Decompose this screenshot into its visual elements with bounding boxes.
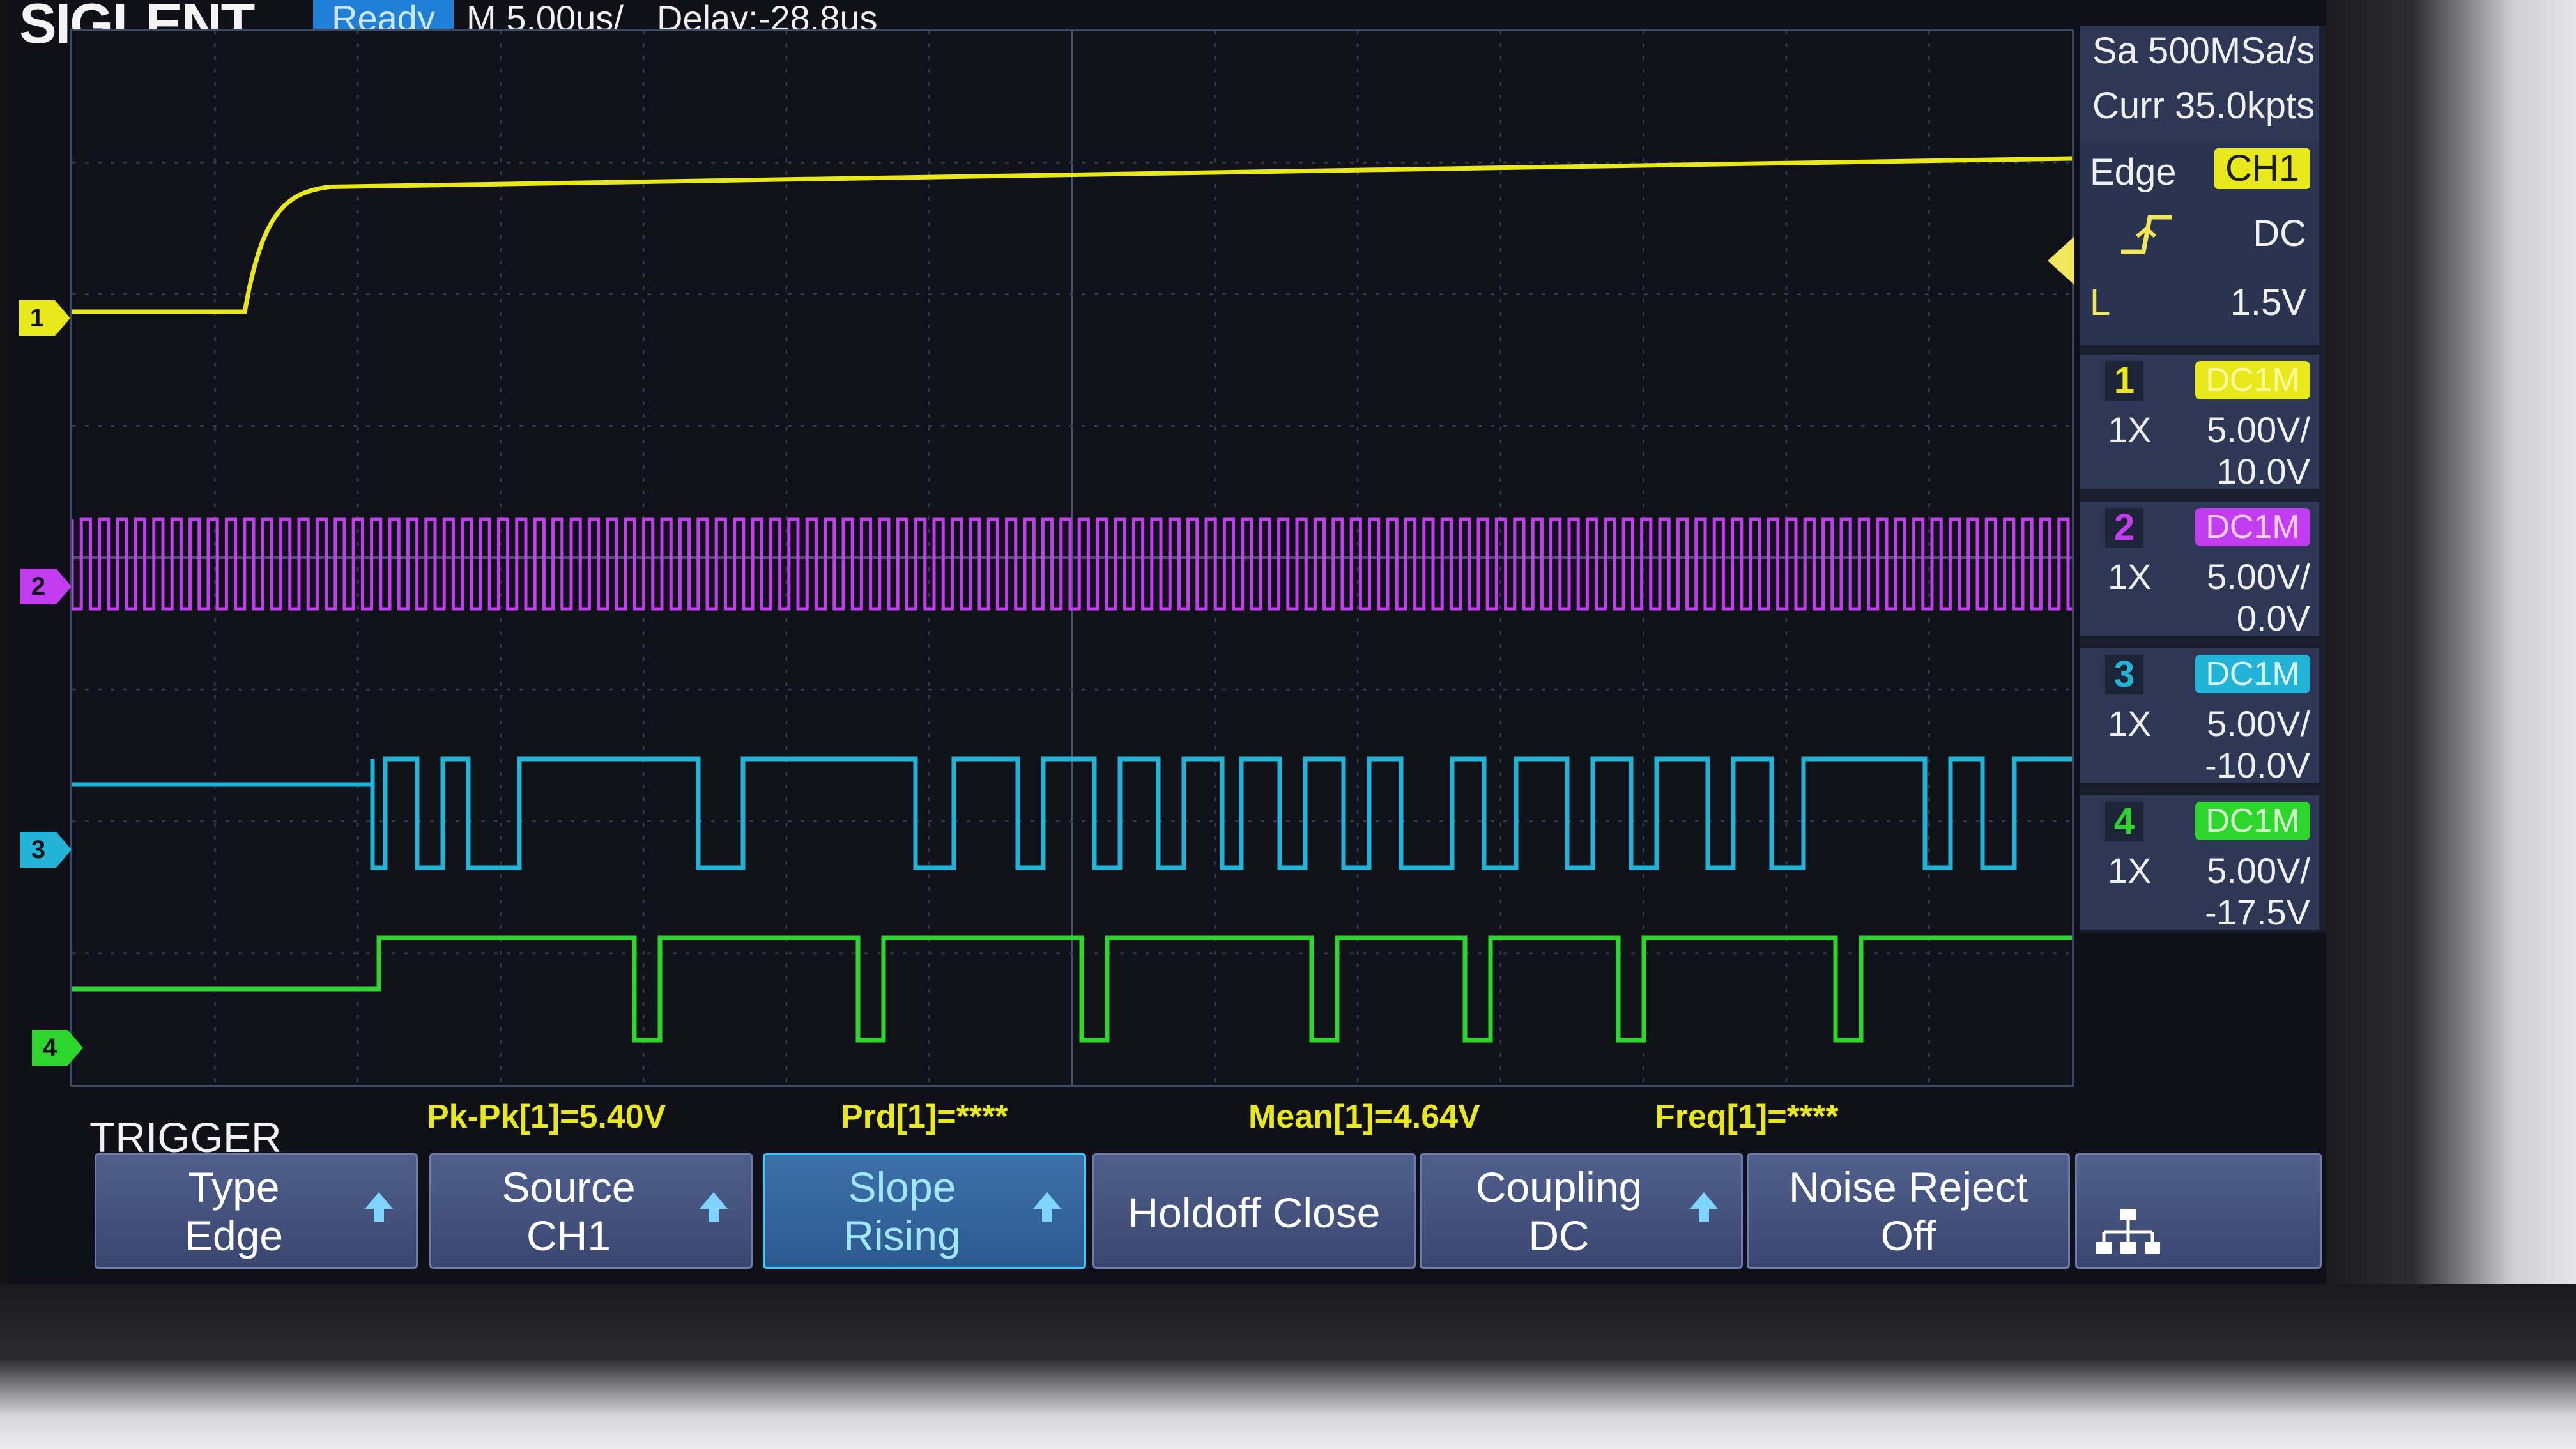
softkey-source[interactable]: Source CH1 [429, 1153, 753, 1269]
measurement-frequency: Freq[1]=**** [1655, 1098, 1839, 1135]
ch2-number: 2 [2105, 508, 2143, 548]
ch4-scale: 5.00V/ [2207, 850, 2310, 891]
ch4-offset: -17.5V [2205, 892, 2310, 932]
ch3-coupling: DC1M [2195, 655, 2310, 693]
trigger-level-label: L [2090, 282, 2111, 323]
softkey-coupling-value: DC [1528, 1212, 1590, 1259]
ch3-offset: -10.0V [2205, 745, 2310, 785]
ch3-offset-marker[interactable]: 3 [20, 832, 72, 868]
measurement-mean: Mean[1]=4.64V [1248, 1098, 1480, 1135]
ch4-info[interactable]: 4 DC1M 1X 5.00V/ -17.5V [2080, 795, 2319, 932]
ch2-coupling: DC1M [2195, 508, 2310, 546]
bezel-right [2326, 0, 2576, 1449]
ch1-probe: 1X [2108, 410, 2152, 450]
trigger-level: 1.5V [2230, 282, 2306, 323]
softkey-type-label: Type [188, 1163, 280, 1211]
ch3-number: 3 [2105, 655, 2143, 694]
ch2-probe: 1X [2108, 556, 2152, 597]
oscilloscope-screen: SIGLENT Ready M 5.00us/ Delay:-28.8us 1 … [6, 0, 2326, 1284]
softkey-holdoff[interactable]: Holdoff Close [1092, 1153, 1416, 1269]
ch3-info[interactable]: 3 DC1M 1X 5.00V/ -10.0V [2080, 648, 2319, 785]
ch4-coupling: DC1M [2195, 802, 2310, 840]
measurement-pkpk: Pk-Pk[1]=5.40V [427, 1098, 666, 1135]
softkey-slope-value: Rising [843, 1212, 961, 1259]
trigger-type: Edge [2090, 151, 2177, 193]
softkey-noise-reject[interactable]: Noise Reject Off [1747, 1153, 2070, 1269]
softkey-source-label: Source [502, 1163, 636, 1211]
waveform-area[interactable] [70, 29, 2074, 1087]
trigger-source: CH1 [2214, 148, 2310, 189]
ch2-offset-marker[interactable]: 2 [20, 569, 72, 604]
softkey-coupling-label: Coupling [1475, 1163, 1643, 1211]
memory-depth: Curr 35.0kpts [2092, 85, 2315, 126]
ch2-scale: 5.00V/ [2207, 556, 2310, 597]
softkey-noise-label: Noise Reject [1788, 1163, 2028, 1211]
softkey-type-value: Edge [184, 1212, 284, 1259]
acquisition-info: Sa 500MSa/s Curr 35.0kpts [2080, 26, 2319, 141]
bezel-bottom [0, 1284, 2576, 1449]
arrow-up-icon [1033, 1192, 1061, 1222]
ch1-number: 1 [2105, 361, 2143, 401]
trigger-info[interactable]: Edge CH1 DC L 1.5V [2080, 141, 2319, 345]
ch1-coupling: DC1M [2195, 361, 2310, 399]
trigger-coupling: DC [2253, 213, 2306, 254]
waveform-canvas [72, 31, 2072, 1085]
ch2-info[interactable]: 2 DC1M 1X 5.00V/ 0.0V [2080, 502, 2319, 638]
ch2-offset: 0.0V [2236, 598, 2310, 638]
ch4-probe: 1X [2108, 850, 2152, 891]
ch4-offset-marker[interactable]: 4 [32, 1030, 83, 1066]
ch1-info[interactable]: 1 DC1M 1X 5.00V/ 10.0V [2080, 355, 2319, 491]
measurement-period: Prd[1]=**** [841, 1098, 1008, 1135]
softkey-slope-label: Slope [848, 1163, 956, 1211]
softkey-network[interactable] [2075, 1153, 2322, 1269]
info-panel: Sa 500MSa/s Curr 35.0kpts Edge CH1 DC L … [2080, 26, 2326, 933]
trigger-level-marker[interactable] [2048, 236, 2074, 285]
softkey-noise-value: Off [1880, 1212, 1936, 1259]
ch4-number: 4 [2105, 802, 2143, 841]
softkey-slope[interactable]: Slope Rising [763, 1153, 1086, 1269]
arrow-up-icon [365, 1192, 393, 1222]
ch3-probe: 1X [2108, 703, 2152, 744]
softkey-source-value: CH1 [526, 1212, 611, 1259]
network-icon [2096, 1209, 2160, 1254]
sample-rate: Sa 500MSa/s [2092, 30, 2315, 72]
ch3-scale: 5.00V/ [2207, 703, 2310, 744]
ch1-offset-marker[interactable]: 1 [19, 300, 70, 336]
arrow-up-icon [700, 1192, 728, 1222]
ch1-scale: 5.00V/ [2207, 410, 2310, 450]
softkey-type[interactable]: Type Edge [95, 1153, 418, 1269]
softkey-holdoff-label: Holdoff Close [1128, 1189, 1381, 1236]
ch1-offset: 10.0V [2216, 451, 2310, 491]
softkey-coupling[interactable]: Coupling DC [1420, 1153, 1743, 1269]
rising-edge-icon [2118, 212, 2175, 266]
arrow-up-icon [1690, 1192, 1718, 1222]
